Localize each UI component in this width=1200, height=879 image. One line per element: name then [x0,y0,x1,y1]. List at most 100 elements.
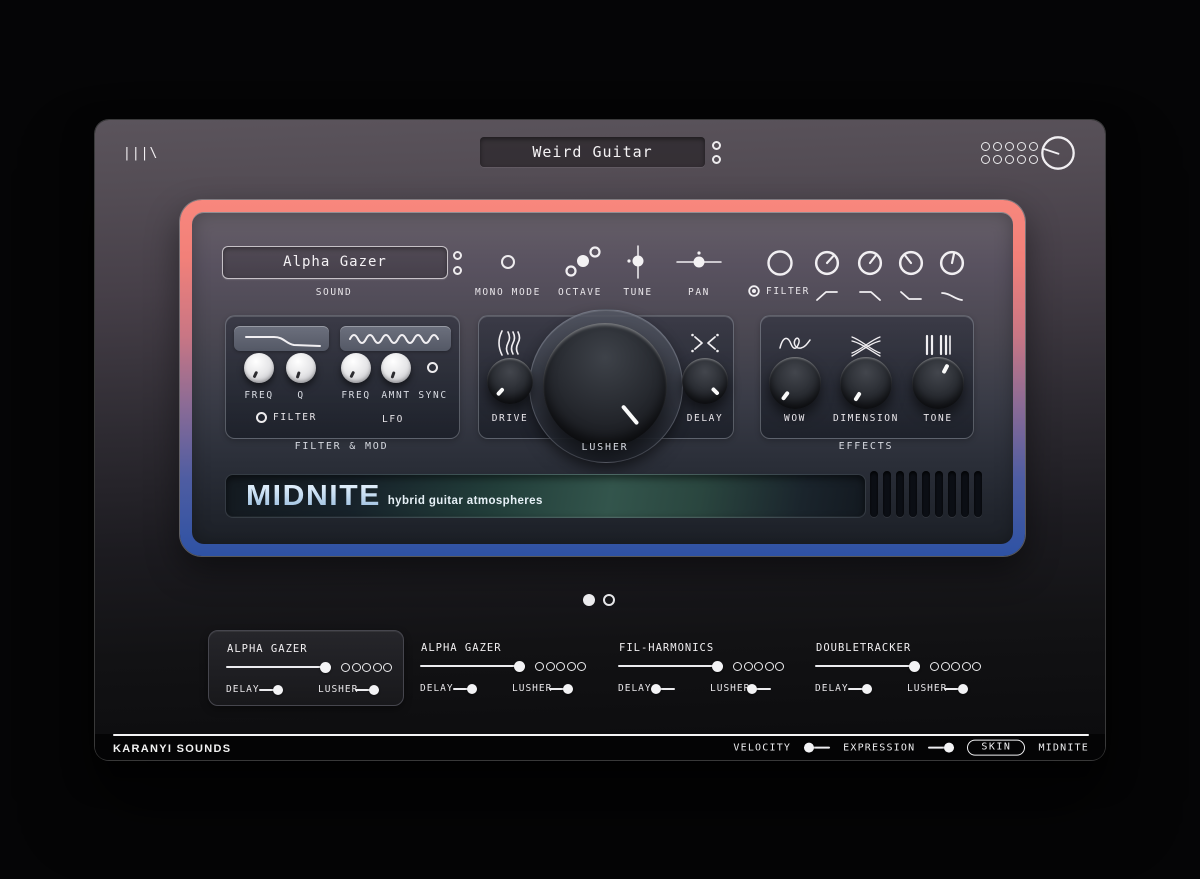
filter-knob-icon[interactable] [766,249,794,277]
preset-main-slider[interactable] [420,660,525,672]
filter-freq-knob[interactable] [244,353,274,383]
dot-icon[interactable] [1029,155,1038,164]
lfo-amnt-knob[interactable] [381,353,411,383]
preset-title-display[interactable]: Weird Guitar [480,137,705,167]
filter-curve-button[interactable] [234,326,329,351]
variation-dots[interactable] [930,662,981,671]
dot-icon[interactable] [962,662,971,671]
tone-knob[interactable] [912,357,964,409]
filter-knob-icon[interactable] [857,250,883,276]
lfo-wave-button[interactable] [340,326,451,351]
wow-knob[interactable] [769,357,821,409]
velocity-slider[interactable] [804,742,830,754]
filter-knob-icon[interactable] [939,250,965,276]
filter-type-highcut-icon[interactable] [858,288,882,302]
dot-icon[interactable] [981,155,990,164]
dot-icon[interactable] [352,663,361,672]
dot-icon[interactable] [453,266,462,275]
dot-icon[interactable] [712,141,721,150]
pan-slider-icon[interactable] [675,250,723,274]
lusher-mini-slider[interactable] [944,683,968,695]
filter-label: FILTER [766,286,810,297]
dot-icon[interactable] [453,251,462,260]
delay-mini-slider[interactable] [453,683,477,695]
dot-icon[interactable] [951,662,960,671]
preset-main-slider[interactable] [226,661,331,673]
dot-icon[interactable] [981,142,990,151]
filter-type-lowdip-icon[interactable] [899,288,923,302]
sound-selector-field[interactable]: Alpha Gazer [222,246,448,279]
preset-card[interactable]: ALPHA GAZER DELAY LUSHER [403,630,597,704]
lfo-freq-knob[interactable] [341,353,371,383]
dot-icon[interactable] [1005,155,1014,164]
dot-icon[interactable] [744,662,753,671]
lusher-knob[interactable] [543,323,667,447]
dot-icon[interactable] [567,662,576,671]
mono-mode-toggle-icon[interactable] [501,255,515,269]
octave-control-icon[interactable] [563,245,603,279]
delay-knob[interactable] [682,358,728,404]
dot-icon[interactable] [1005,142,1014,151]
dial-indicator-icon[interactable] [1039,134,1077,172]
dot-icon[interactable] [733,662,742,671]
output-dot-grid-icon[interactable] [981,142,1038,164]
tune-slider-icon[interactable] [626,244,650,284]
dot-icon[interactable] [546,662,555,671]
filter-q-knob[interactable] [286,353,316,383]
lusher-mini-slider[interactable] [355,684,379,696]
vent-grille [870,471,982,517]
page-indicator[interactable] [583,594,615,606]
filter-knob-icon[interactable] [898,250,924,276]
dot-icon[interactable] [993,142,1002,151]
sine-wave-icon [344,328,448,350]
preset-main-slider[interactable] [618,660,723,672]
dot-icon[interactable] [341,663,350,672]
page-dot[interactable] [603,594,615,606]
page-dot-active[interactable] [583,594,595,606]
variation-dots[interactable] [733,662,784,671]
filter-radio[interactable]: FILTER [748,285,810,297]
radio-icon[interactable] [256,412,267,423]
dot-icon[interactable] [972,662,981,671]
dot-icon[interactable] [754,662,763,671]
dot-icon[interactable] [535,662,544,671]
filter-group-radio[interactable]: FILTER [256,412,317,423]
sound-label: SOUND [222,287,446,298]
dot-icon[interactable] [930,662,939,671]
preset-card[interactable]: FIL-HARMONICS DELAY LUSHER [601,630,795,704]
dot-icon[interactable] [775,662,784,671]
pan-label: PAN [649,287,749,298]
filter-type-rise-icon[interactable] [815,288,839,302]
dot-icon[interactable] [765,662,774,671]
delay-mini-slider[interactable] [848,683,872,695]
dot-icon[interactable] [993,155,1002,164]
dot-icon[interactable] [577,662,586,671]
preset-card[interactable]: DOUBLETRACKER DELAY LUSHER [798,630,992,704]
dot-icon[interactable] [712,155,721,164]
preset-nav-dots[interactable] [712,141,721,164]
dot-icon[interactable] [1017,142,1026,151]
preset-card[interactable]: ALPHA GAZER DELAY LUSHER [208,630,404,706]
skin-button[interactable]: SKIN [967,740,1025,756]
sound-nav-dots[interactable] [453,251,462,275]
delay-mini-slider[interactable] [651,683,675,695]
sync-toggle-icon[interactable] [427,362,438,373]
preset-main-slider[interactable] [815,660,920,672]
delay-mini-slider[interactable] [259,684,283,696]
dot-icon[interactable] [1029,142,1038,151]
variation-dots[interactable] [341,663,392,672]
lusher-mini-slider[interactable] [549,683,573,695]
dot-icon[interactable] [556,662,565,671]
dimension-knob[interactable] [840,357,892,409]
expression-slider[interactable] [928,742,954,754]
dot-icon[interactable] [1017,155,1026,164]
dot-icon[interactable] [383,663,392,672]
dot-icon[interactable] [941,662,950,671]
dot-icon[interactable] [373,663,382,672]
filter-type-smooth-icon[interactable] [940,288,964,302]
filter-knob-icon[interactable] [814,250,840,276]
variation-dots[interactable] [535,662,586,671]
lusher-mini-slider[interactable] [747,683,771,695]
dot-icon[interactable] [362,663,371,672]
radio-on-icon[interactable] [748,285,760,297]
